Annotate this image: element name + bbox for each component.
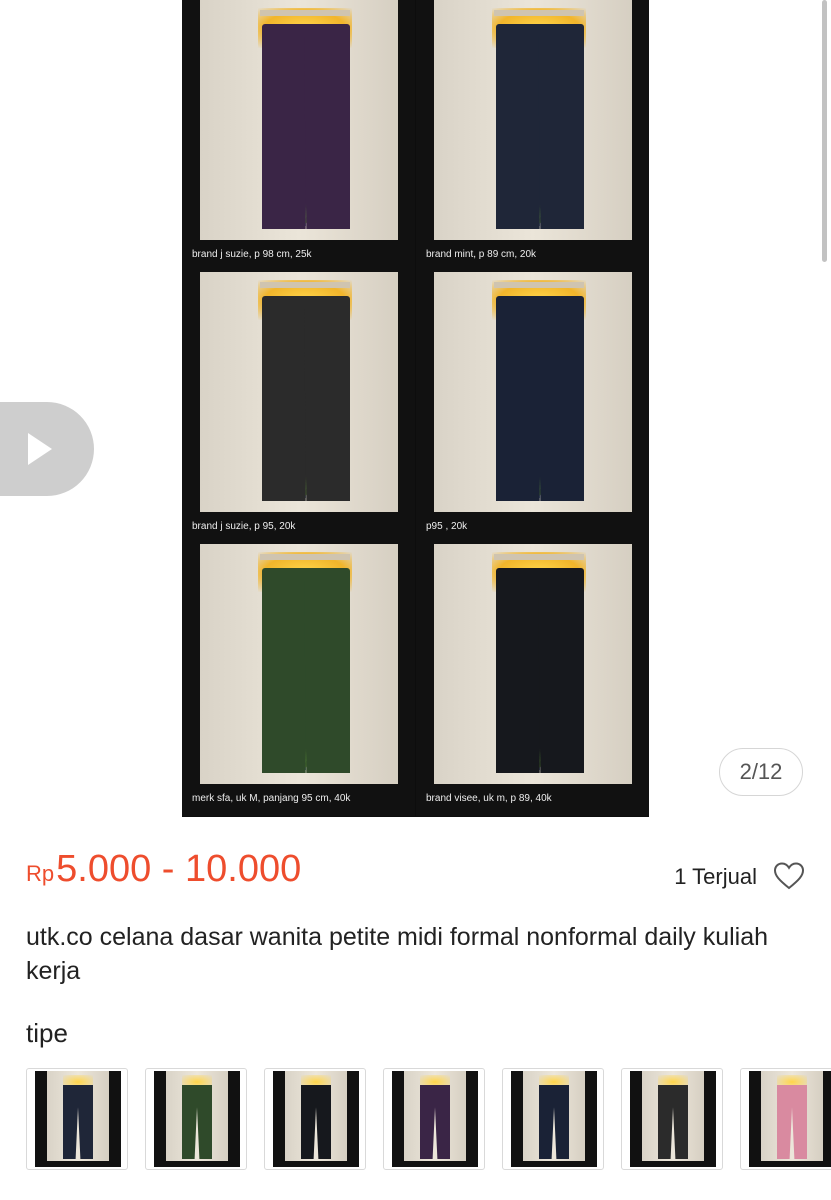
price-range: Rp 5.000 - 10.000 [26, 848, 301, 891]
product-title: utk.co celana dasar wanita petite midi f… [26, 923, 769, 985]
variation-thumb[interactable] [621, 1068, 723, 1170]
product-image[interactable]: brand j suzie, p 98 cm, 25k brand mint, … [182, 0, 649, 817]
image-caption: brand j suzie, p 95, 20k [192, 521, 296, 532]
variation-thumb[interactable] [264, 1068, 366, 1170]
scrollbar[interactable] [822, 0, 827, 262]
image-caption: brand j suzie, p 98 cm, 25k [192, 249, 312, 260]
image-counter: 2/12 [719, 748, 803, 796]
pants-photo [496, 296, 584, 501]
variation-thumb[interactable] [145, 1068, 247, 1170]
collage-cell: brand j suzie, p 98 cm, 25k [182, 0, 415, 272]
play-arrow-icon [28, 433, 52, 465]
collage-cell: brand j suzie, p 95, 20k [182, 272, 415, 544]
video-play-button[interactable] [0, 402, 94, 496]
variation-thumb[interactable] [383, 1068, 485, 1170]
image-caption: merk sfa, uk M, panjang 95 cm, 40k [192, 793, 351, 804]
variation-thumbnails [26, 1068, 831, 1170]
product-image-gallery[interactable]: brand j suzie, p 98 cm, 25k brand mint, … [0, 0, 831, 830]
collage-cell: brand visee, uk m, p 89, 40k [416, 544, 649, 816]
price-currency: Rp [26, 861, 55, 886]
variation-label: tipe [26, 1018, 68, 1048]
pants-photo [496, 24, 584, 229]
variation-thumb[interactable] [26, 1068, 128, 1170]
price-value: 5.000 - 10.000 [56, 848, 302, 890]
pants-photo [262, 24, 350, 229]
image-caption: brand mint, p 89 cm, 20k [426, 249, 537, 260]
heart-icon[interactable] [773, 861, 805, 891]
collage-cell: brand mint, p 89 cm, 20k [416, 0, 649, 272]
pants-photo [496, 568, 584, 773]
variation-thumb[interactable] [502, 1068, 604, 1170]
sold-count: 1 Terjual [674, 864, 757, 889]
variation-thumb[interactable] [740, 1068, 831, 1170]
collage-cell: merk sfa, uk M, panjang 95 cm, 40k [182, 544, 415, 816]
pants-photo [262, 568, 350, 773]
pants-photo [262, 296, 350, 501]
collage-cell: p95 , 20k [416, 272, 649, 544]
image-caption: brand visee, uk m, p 89, 40k [426, 793, 552, 804]
image-caption: p95 , 20k [426, 521, 468, 532]
